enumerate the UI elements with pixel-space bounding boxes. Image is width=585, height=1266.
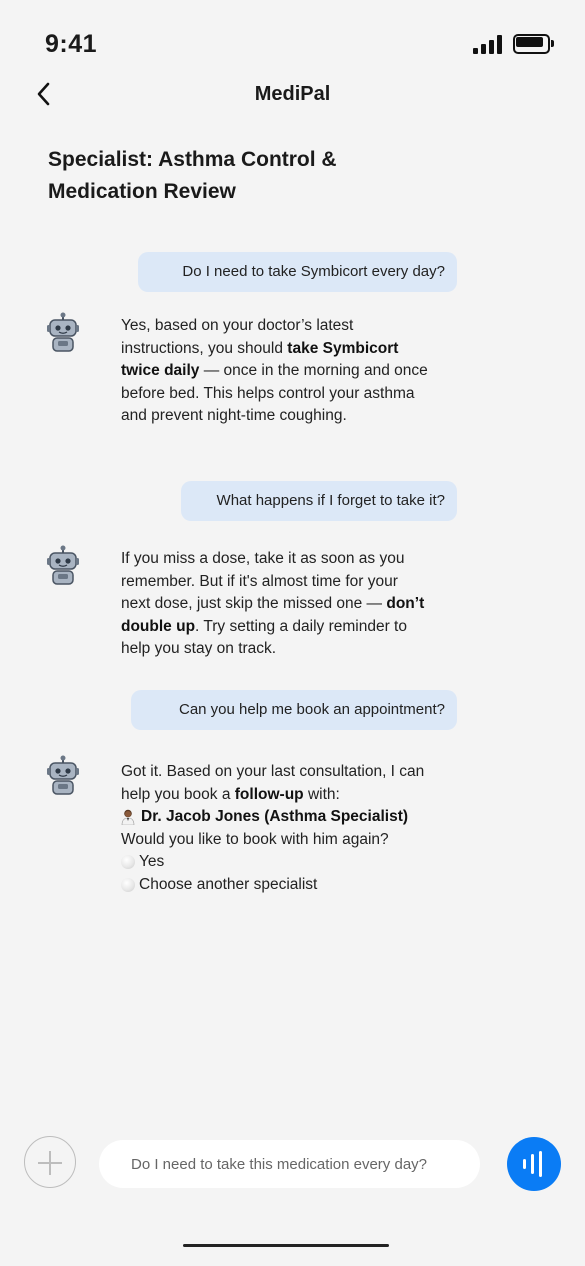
bot-message: Yes, based on your doctor’s latest instr…	[121, 315, 431, 428]
bot-message: Got it. Based on your last consultation,…	[121, 761, 431, 896]
robot-icon	[46, 545, 80, 587]
voice-button[interactable]	[507, 1137, 561, 1191]
doctor-line: Dr. Jacob Jones (Asthma Specialist)	[121, 806, 431, 829]
battery-icon	[513, 34, 555, 54]
option-label: Choose another specialist	[139, 875, 318, 893]
bot-message-emphasis: follow-up	[234, 785, 304, 803]
status-time: 9:41	[45, 30, 98, 58]
plus-icon[interactable]	[24, 1136, 76, 1188]
doctor-name: Dr. Jacob Jones (Asthma Specialist)	[141, 808, 409, 825]
page-title-line-1: Specialist: Asthma Control &	[48, 148, 337, 171]
user-message: Do I need to take Symbicort every day?	[138, 252, 457, 292]
message-input[interactable]	[99, 1140, 480, 1188]
user-message: Can you help me book an appointment?	[131, 690, 457, 730]
home-indicator	[183, 1244, 389, 1247]
app-title: MediPal	[254, 83, 331, 105]
bot-message: If you miss a dose, take it as soon as y…	[121, 548, 431, 661]
option-label: Yes	[139, 853, 165, 870]
robot-icon	[46, 755, 80, 797]
composer-bar	[0, 1132, 585, 1196]
option-choose-another[interactable]: Choose another specialist	[121, 874, 431, 897]
page-title-line-2: Medication Review	[48, 180, 236, 203]
robot-icon	[46, 312, 80, 354]
nav-bar: MediPal	[0, 72, 585, 116]
user-message: What happens if I forget to take it?	[181, 481, 457, 521]
page-title: Specialist: Asthma Control & Medication …	[48, 144, 408, 208]
bot-message-text: with:	[303, 785, 340, 803]
signal-icon	[473, 35, 503, 54]
bot-question: Would you like to book with him again?	[121, 830, 389, 848]
radio-icon[interactable]	[121, 877, 135, 892]
option-yes[interactable]: Yes	[121, 851, 431, 874]
radio-icon[interactable]	[121, 855, 135, 870]
bot-message-text: If you miss a dose, take it as soon as y…	[121, 550, 405, 612]
doctor-emoji-icon	[121, 809, 135, 826]
